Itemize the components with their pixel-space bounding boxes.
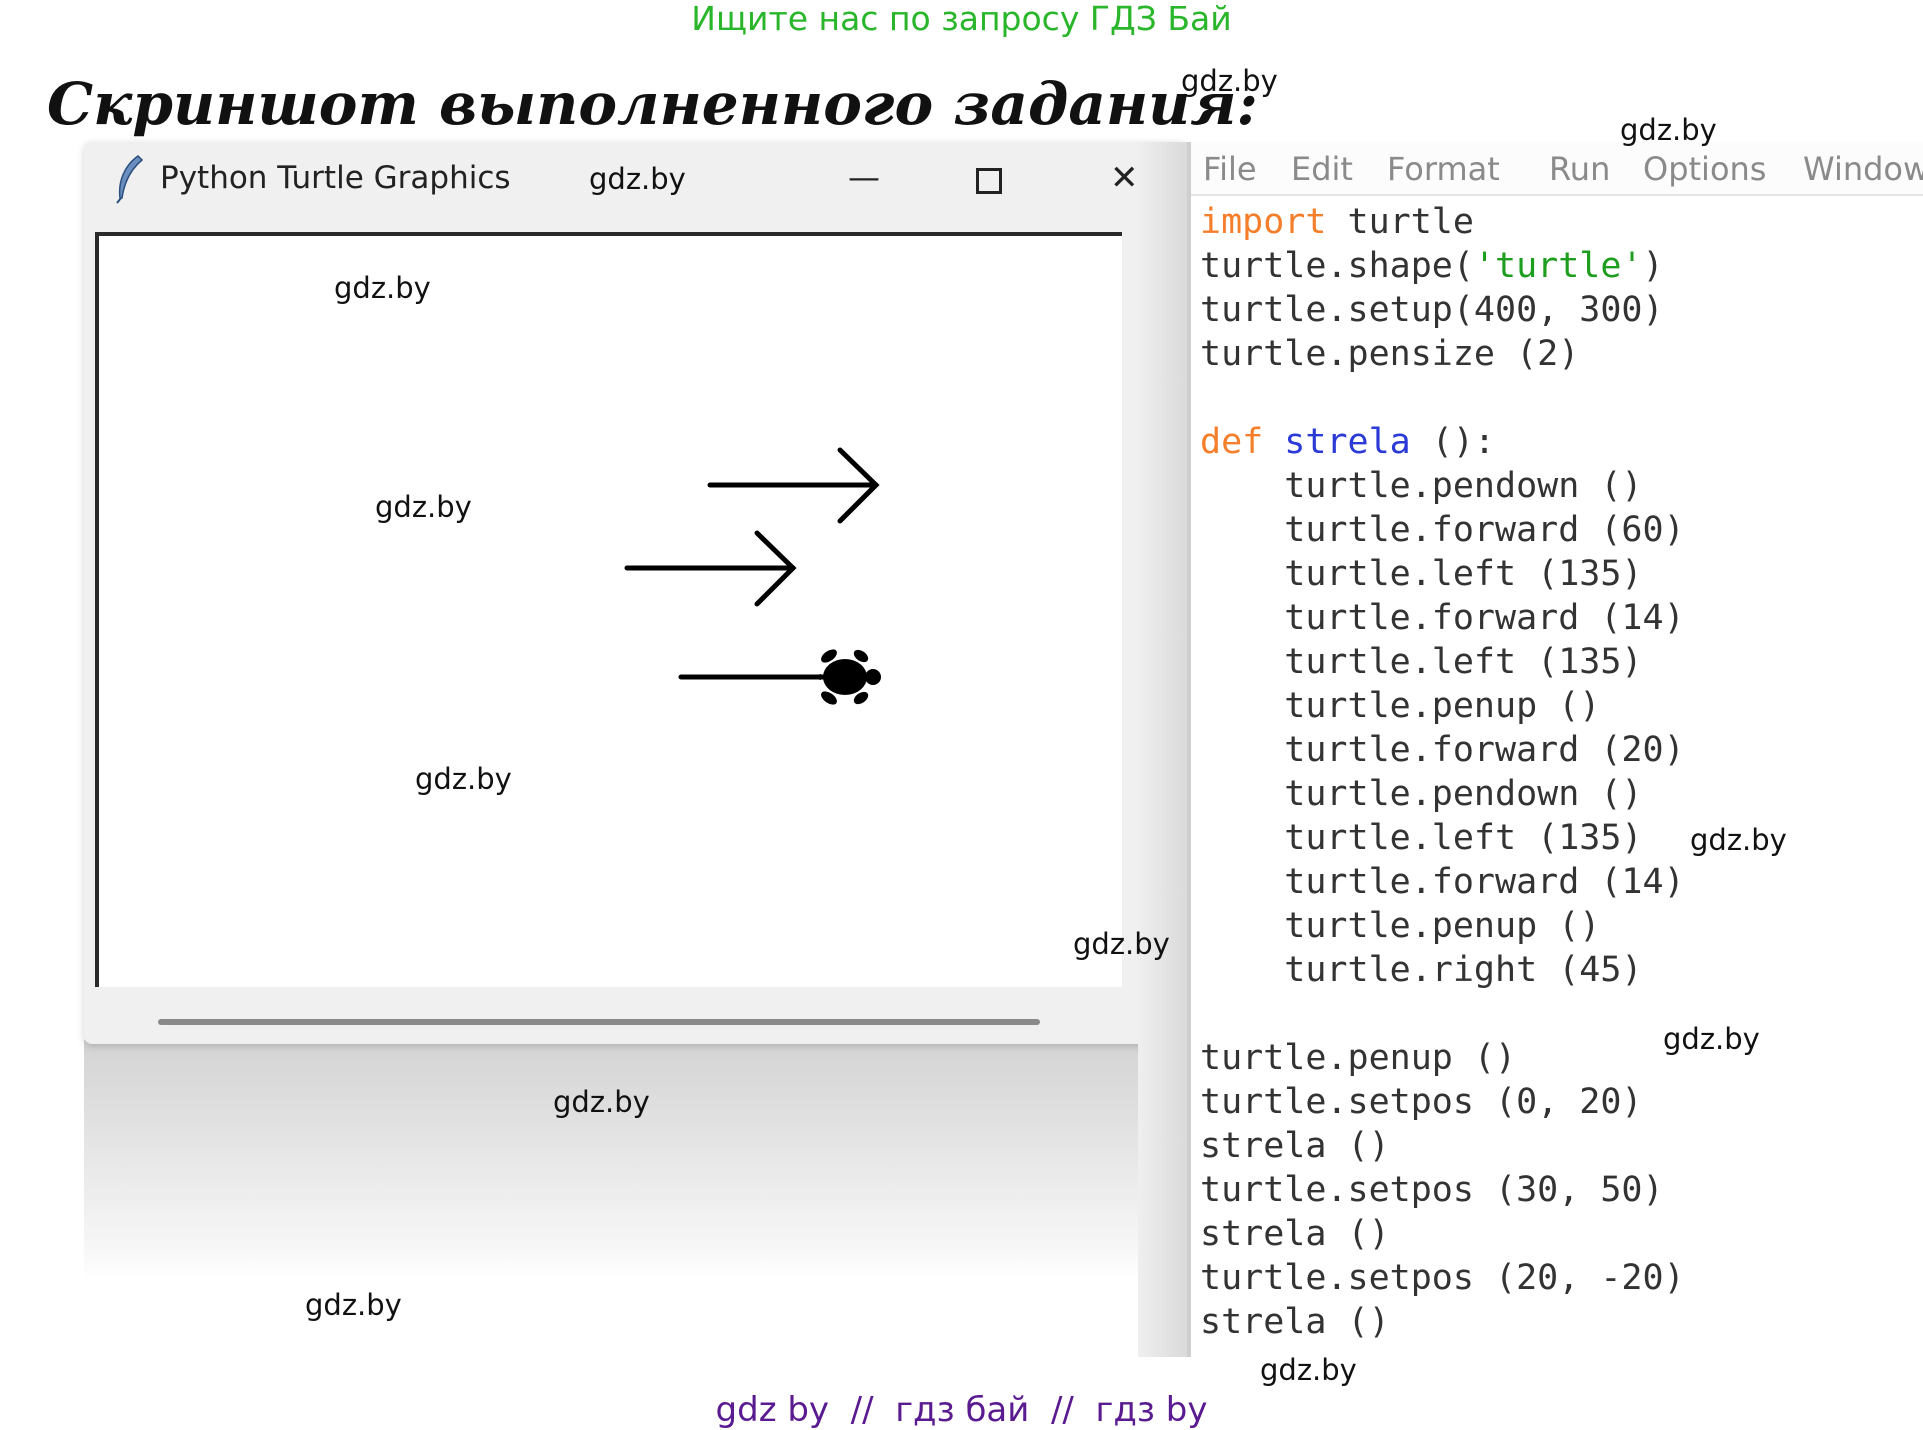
code-text: turtle.penup () (1200, 1038, 1517, 1078)
code-line: turtle.pensize (2) (1200, 332, 1685, 376)
code-text: turtle.setpos (30, 50) (1200, 1170, 1664, 1210)
code-text: turtle.right (45) (1200, 950, 1643, 990)
watermark: gdz.by (553, 1085, 650, 1119)
code-text: strela () (1200, 1302, 1390, 1342)
code-text: turtle.left (135) (1200, 642, 1643, 682)
code-function-name: strela (1284, 422, 1411, 462)
code-line: strela () (1200, 1300, 1685, 1344)
code-text: (): (1410, 422, 1496, 462)
window-shadow (84, 1040, 1139, 1280)
maximize-button[interactable] (976, 168, 1002, 194)
code-keyword: import (1200, 202, 1327, 242)
window-gap (1138, 142, 1190, 1357)
code-text: turtle.pendown () (1200, 466, 1643, 506)
code-text: turtle.penup () (1200, 686, 1601, 726)
menu-edit[interactable]: Edit (1291, 150, 1353, 188)
turtle-cursor-icon (807, 649, 881, 705)
code-text: turtle.forward (14) (1200, 862, 1685, 902)
horizontal-scrollbar[interactable] (158, 1019, 1040, 1025)
code-line: turtle.pendown () (1200, 772, 1685, 816)
watermark: gdz.by (1690, 823, 1787, 857)
close-button[interactable]: ✕ (1110, 158, 1139, 198)
feather-icon (116, 155, 144, 204)
page-heading: Скриншот выполненного задания: (47, 70, 1258, 138)
bottom-banner: gdz by // гдз бай // гдз by (715, 1390, 1208, 1430)
code-line: turtle.penup () (1200, 684, 1685, 728)
code-text: strela () (1200, 1214, 1390, 1254)
code-line: turtle.setup(400, 300) (1200, 288, 1685, 332)
code-editor[interactable]: import turtle turtle.shape('turtle') turtl… (1200, 200, 1685, 1344)
menu-options[interactable]: Options (1643, 150, 1766, 188)
watermark: gdz.by (415, 762, 512, 796)
code-keyword: def (1200, 422, 1264, 462)
code-line: turtle.penup () (1200, 1036, 1685, 1080)
code-text: turtle.shape( (1200, 246, 1474, 286)
code-line: strela () (1200, 1124, 1685, 1168)
code-line: turtle.left (135) (1200, 640, 1685, 684)
watermark: gdz.by (589, 162, 686, 196)
code-text: turtle.forward (60) (1200, 510, 1685, 550)
top-banner: Ищите нас по запросу ГДЗ Бай (691, 0, 1232, 38)
idle-menubar: File Edit Format Run Options Window (1191, 142, 1923, 196)
code-text: ) (1642, 246, 1664, 286)
watermark: gdz.by (1620, 113, 1717, 147)
window-title: Python Turtle Graphics (160, 160, 511, 196)
code-line: turtle.penup () (1200, 904, 1685, 948)
minimize-button[interactable]: — (848, 158, 880, 196)
code-line: turtle.shape('turtle') (1200, 244, 1685, 288)
turtle-canvas (95, 232, 1122, 987)
code-line: turtle.left (135) (1200, 552, 1685, 596)
code-line: turtle.setpos (20, -20) (1200, 1256, 1685, 1300)
code-text: turtle.setpos (20, -20) (1200, 1258, 1685, 1298)
code-text: turtle.setpos (0, 20) (1200, 1082, 1643, 1122)
code-line: turtle.forward (14) (1200, 596, 1685, 640)
menu-run[interactable]: Run (1549, 150, 1610, 188)
code-text: turtle.left (135) (1200, 554, 1643, 594)
code-line: turtle.right (45) (1200, 948, 1685, 992)
watermark: gdz.by (334, 271, 431, 305)
code-line: turtle.left (135) (1200, 816, 1685, 860)
code-text: turtle.forward (14) (1200, 598, 1685, 638)
editor-border (1187, 142, 1191, 1357)
code-text: turtle.left (135) (1200, 818, 1643, 858)
code-text: turtle.pendown () (1200, 774, 1643, 814)
watermark: gdz.by (1073, 927, 1170, 961)
code-string: 'turtle' (1473, 246, 1643, 286)
watermark: gdz.by (1260, 1353, 1357, 1387)
menu-file[interactable]: File (1203, 150, 1257, 188)
menu-format[interactable]: Format (1387, 150, 1500, 188)
code-line: strela () (1200, 1212, 1685, 1256)
code-line: turtle.forward (20) (1200, 728, 1685, 772)
code-line: turtle.forward (14) (1200, 860, 1685, 904)
code-text: turtle.pensize (2) (1200, 334, 1580, 374)
code-line: turtle.forward (60) (1200, 508, 1685, 552)
watermark: gdz.by (1663, 1022, 1760, 1056)
menu-window[interactable]: Window (1803, 150, 1923, 188)
code-text: turtle.penup () (1200, 906, 1601, 946)
drawing-area (624, 447, 881, 705)
code-text: strela () (1200, 1126, 1390, 1166)
watermark: gdz.by (1181, 64, 1278, 98)
code-line: import turtle (1200, 200, 1685, 244)
code-text: turtle.setup(400, 300) (1200, 290, 1664, 330)
code-text: turtle.forward (20) (1200, 730, 1685, 770)
watermark: gdz.by (375, 490, 472, 524)
code-line: turtle.pendown () (1200, 464, 1685, 508)
code-text: turtle (1326, 202, 1474, 242)
code-line: turtle.setpos (0, 20) (1200, 1080, 1685, 1124)
code-line: turtle.setpos (30, 50) (1200, 1168, 1685, 1212)
code-line: def strela (): (1200, 420, 1685, 464)
watermark: gdz.by (305, 1288, 402, 1322)
